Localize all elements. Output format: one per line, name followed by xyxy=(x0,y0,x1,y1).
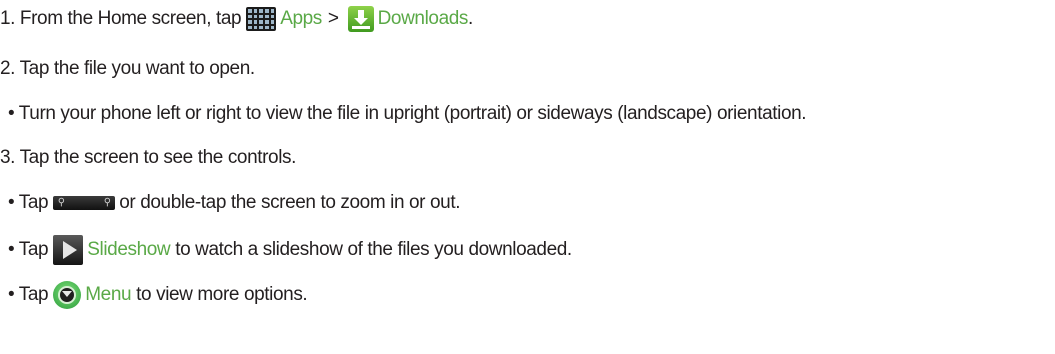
downloads-label: Downloads xyxy=(377,8,469,29)
step-3-bullet-slideshow: • Tap Slideshow to watch a slideshow of … xyxy=(8,235,572,265)
download-arrow-icon xyxy=(347,6,374,32)
step-2-text: 2. Tap the file you want to open. xyxy=(0,58,255,79)
apps-grid-icon xyxy=(246,7,277,31)
slideshow-label: Slideshow xyxy=(87,239,171,260)
step-1-text: 1. From the Home screen, tap xyxy=(0,8,242,29)
play-icon xyxy=(53,235,84,265)
menu-icon xyxy=(53,281,82,309)
instructions-document: 1. From the Home screen, tap Apps > Down… xyxy=(0,0,1055,354)
step-3-text: 3. Tap the screen to see the controls. xyxy=(0,147,297,168)
apps-label: Apps xyxy=(280,8,322,29)
step-2-bullet: • Turn your phone left or right to view … xyxy=(8,102,807,126)
zoom-control-icon: ⚲ ⚲ xyxy=(53,196,116,210)
step-2-bullet-text: • Turn your phone left or right to view … xyxy=(8,103,807,124)
bullet-menu-suffix: to view more options. xyxy=(136,284,308,305)
step-3-bullet-menu: • Tap Menu to view more options. xyxy=(8,281,308,309)
bullet-slideshow-suffix: to watch a slideshow of the files you do… xyxy=(175,239,572,260)
separator: > xyxy=(327,8,339,29)
step-3: 3. Tap the screen to see the controls. xyxy=(0,146,296,170)
step-2: 2. Tap the file you want to open. xyxy=(0,57,255,81)
bullet-slideshow-prefix: • Tap xyxy=(8,239,49,260)
step-3-bullet-zoom: • Tap ⚲ ⚲ or double-tap the screen to zoo… xyxy=(8,191,460,215)
menu-label: Menu xyxy=(85,284,132,305)
bullet-zoom-suffix: or double-tap the screen to zoom in or o… xyxy=(119,192,461,213)
bullet-menu-prefix: • Tap xyxy=(8,284,49,305)
step-1: 1. From the Home screen, tap Apps > Down… xyxy=(0,6,473,32)
bullet-zoom-prefix: • Tap xyxy=(8,192,49,213)
step-1-suffix: . xyxy=(468,8,473,29)
